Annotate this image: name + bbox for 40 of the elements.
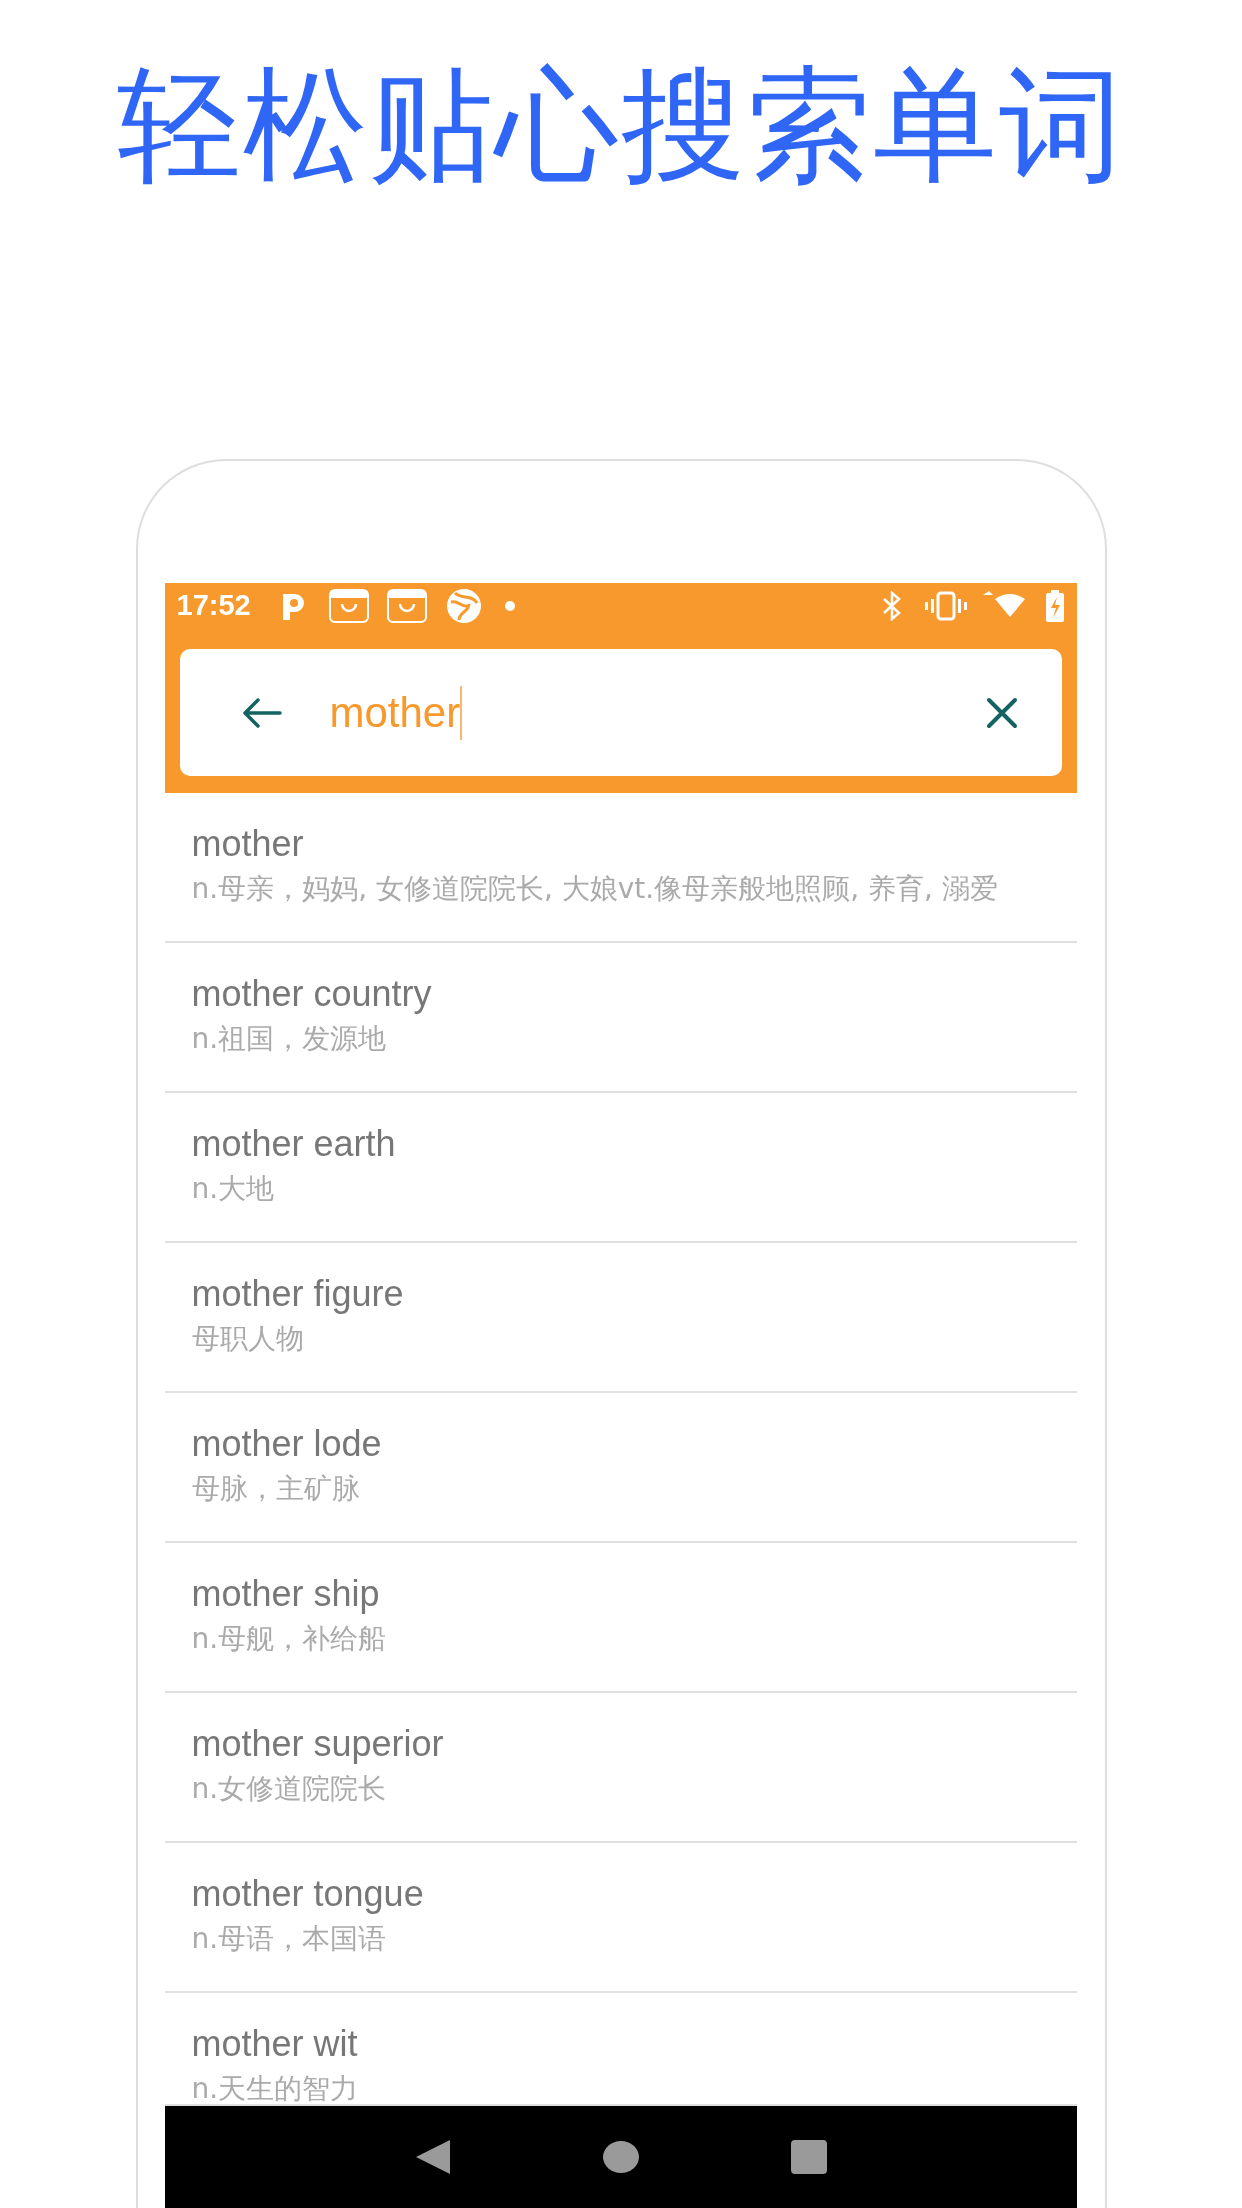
result-word: mother country bbox=[191, 973, 433, 1015]
result-word: mother bbox=[191, 823, 305, 865]
result-row[interactable]: mother lode 母脉，主矿脉 bbox=[164, 1393, 1077, 1543]
result-word: mother lode bbox=[191, 1423, 383, 1465]
result-word: mother tongue bbox=[191, 1873, 425, 1915]
result-word: mother wit bbox=[191, 2023, 359, 2065]
ball-icon bbox=[444, 587, 483, 624]
bag-icon bbox=[328, 588, 369, 623]
p-icon bbox=[280, 591, 307, 620]
result-definition: 母脉，主矿脉 bbox=[191, 1473, 361, 1505]
result-definition: 母职人物 bbox=[191, 1323, 305, 1355]
result-row[interactable]: mother ship n.母舰，补给船 bbox=[164, 1543, 1077, 1693]
dot-icon bbox=[504, 600, 515, 611]
result-row[interactable]: mother earth n.大地 bbox=[164, 1093, 1077, 1243]
headline: 轻松贴心搜索单词 bbox=[117, 63, 1125, 187]
result-row[interactable]: mother country n.祖国，发源地 bbox=[164, 943, 1077, 1093]
result-word: mother earth bbox=[191, 1123, 397, 1165]
text-caret bbox=[460, 685, 463, 740]
battery-icon bbox=[1044, 589, 1065, 622]
result-row[interactable]: mother n.母亲，妈妈, 女修道院院长, 大娘vt.像母亲般地照顾, 养育, 溺爱 bbox=[164, 793, 1077, 943]
result-definition: n.大地 bbox=[191, 1173, 276, 1205]
result-definition: n.母语，本国语 bbox=[191, 1923, 388, 1955]
result-definition: n.天生的智力 bbox=[191, 2073, 360, 2104]
close-icon[interactable] bbox=[985, 696, 1018, 729]
recents-square-icon[interactable] bbox=[789, 2139, 828, 2175]
vibrate-icon bbox=[924, 590, 967, 621]
result-definition: n.女修道院院长 bbox=[191, 1773, 388, 1805]
result-row[interactable]: mother figure 母职人物 bbox=[164, 1243, 1077, 1393]
result-word: mother figure bbox=[191, 1273, 405, 1315]
result-definition: n.祖国，发源地 bbox=[191, 1023, 388, 1055]
result-definition: n.母舰，补给船 bbox=[191, 1623, 388, 1655]
result-row[interactable]: mother superior n.女修道院院长 bbox=[164, 1693, 1077, 1843]
result-word: mother superior bbox=[191, 1723, 445, 1765]
result-word: mother ship bbox=[191, 1573, 381, 1615]
home-circle-icon[interactable] bbox=[601, 2140, 640, 2174]
bag-icon bbox=[386, 588, 427, 623]
result-row[interactable]: mother tongue n.母语，本国语 bbox=[164, 1843, 1077, 1993]
back-arrow-icon[interactable] bbox=[241, 696, 282, 729]
result-definition: n.母亲，妈妈, 女修道院院长, 大娘vt.像母亲般地照顾, 养育, 溺爱 bbox=[191, 873, 999, 905]
status-time: 17:52 bbox=[176, 591, 251, 620]
